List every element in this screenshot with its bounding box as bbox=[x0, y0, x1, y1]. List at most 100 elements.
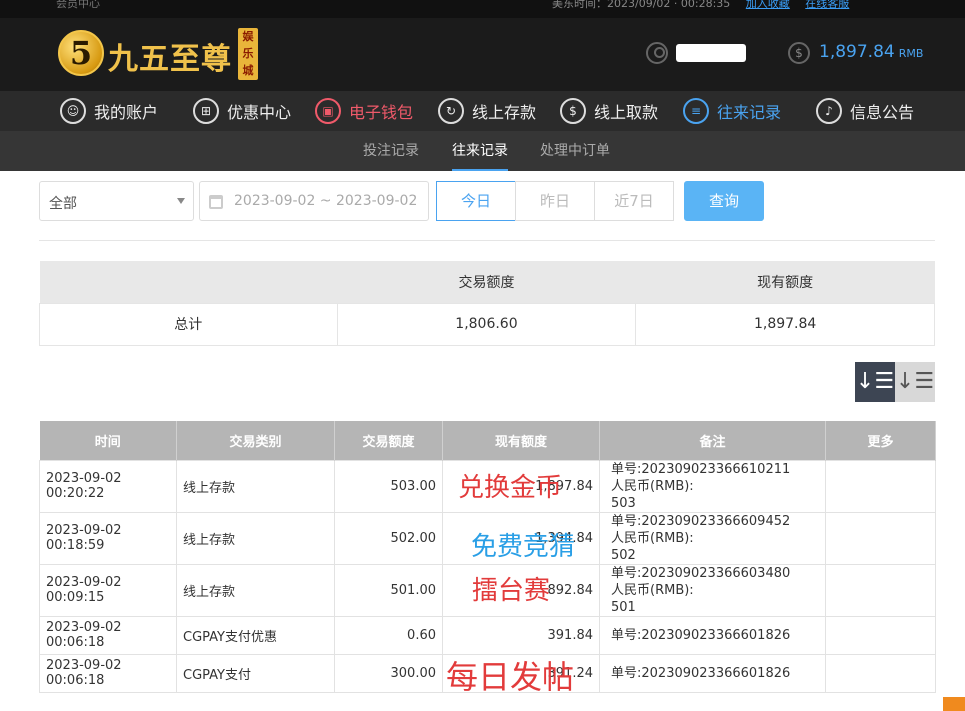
nav-label: 往来记录 bbox=[717, 103, 782, 122]
note-value: 502 bbox=[611, 547, 636, 563]
sort-desc-button[interactable]: ↓☰ bbox=[855, 362, 895, 402]
row-amount: 0.60 bbox=[334, 615, 443, 655]
row-more[interactable] bbox=[825, 563, 936, 617]
row-note: 单号:202309023366601826 bbox=[599, 653, 826, 693]
nav-label: 线上取款 bbox=[594, 103, 659, 122]
user-icon[interactable] bbox=[646, 42, 668, 64]
row-note: 单号:202309023366610211 人民币(RMB): 503 bbox=[599, 459, 826, 513]
nav-label: 电子钱包 bbox=[349, 103, 414, 122]
nav-label: 线上存款 bbox=[472, 103, 537, 122]
deposit-icon: ↻ bbox=[438, 98, 464, 124]
last-7-days-button[interactable]: 近7日 bbox=[594, 181, 674, 221]
nav-e-wallet[interactable]: ▣ 电子钱包 bbox=[315, 91, 413, 131]
date-range-value: 2023-09-02 ~ 2023-09-02 bbox=[234, 193, 418, 209]
type-select[interactable]: 全部 bbox=[39, 181, 194, 221]
coin-icon: $ bbox=[788, 42, 810, 64]
row-balance: 391.24 bbox=[442, 653, 600, 693]
records-table: 时间 交易类别 交易额度 现有额度 备注 更多 2023-09-02 00:20… bbox=[39, 421, 936, 693]
header: 5 九五至尊 娱乐城 $ 1,897.84 RMB bbox=[0, 18, 965, 91]
col-type[interactable]: 交易类别 bbox=[176, 421, 335, 460]
search-button[interactable]: 查询 bbox=[684, 181, 764, 221]
note-value: 501 bbox=[611, 599, 636, 615]
top-strip-right: 美东时间：2023/09/02 · 00:28:35 加入收藏 在线客服 bbox=[552, 0, 849, 10]
summary-header-blank bbox=[39, 261, 338, 303]
tab-pending-orders[interactable]: 处理中订单 bbox=[540, 131, 610, 171]
col-note: 备注 bbox=[599, 421, 826, 460]
row-balance: 1,394.84 bbox=[442, 511, 600, 565]
row-amount: 501.00 bbox=[334, 563, 443, 617]
tab-bet-records[interactable]: 投注记录 bbox=[363, 131, 419, 171]
logo[interactable]: 5 九五至尊 娱乐城 bbox=[58, 26, 268, 82]
note-order: 单号:202309023366610211 bbox=[611, 461, 791, 477]
row-note: 单号:202309023366603480 人民币(RMB): 501 bbox=[599, 563, 826, 617]
nav-online-deposit[interactable]: ↻ 线上存款 bbox=[438, 91, 536, 131]
logo-digit: 5 bbox=[69, 34, 93, 72]
table-row: 2023-09-02 00:06:18 CGPAY支付优惠 0.60 391.8… bbox=[39, 615, 936, 655]
sort-asc-icon: ↓☰ bbox=[895, 369, 935, 394]
top-strip-left-text: 会员中心 bbox=[56, 0, 100, 10]
col-amount[interactable]: 交易额度 bbox=[334, 421, 443, 460]
logo-emblem-icon: 5 bbox=[58, 30, 104, 76]
note-currency: 人民币(RMB): bbox=[611, 478, 694, 494]
row-type: CGPAY支付优惠 bbox=[176, 615, 335, 655]
bookmark-link[interactable]: 加入收藏 bbox=[746, 0, 790, 10]
server-time: 美东时间：2023/09/02 · 00:28:35 bbox=[552, 0, 731, 10]
row-more[interactable] bbox=[825, 653, 936, 693]
sort-desc-icon: ↓☰ bbox=[855, 369, 895, 394]
row-amount: 503.00 bbox=[334, 459, 443, 513]
col-balance[interactable]: 现有额度 bbox=[442, 421, 600, 460]
nav-records[interactable]: ≡ 往来记录 bbox=[683, 91, 781, 131]
logo-badge-text: 娱乐城 bbox=[242, 30, 254, 77]
yesterday-button[interactable]: 昨日 bbox=[515, 181, 595, 221]
user-icon: ☺ bbox=[60, 98, 86, 124]
row-note: 单号:202309023366601826 bbox=[599, 615, 826, 655]
bell-icon: ♪ bbox=[816, 98, 842, 124]
date-range-input[interactable]: 2023-09-02 ~ 2023-09-02 bbox=[199, 181, 429, 221]
username-redacted bbox=[676, 44, 746, 62]
col-time[interactable]: 时间 bbox=[39, 421, 177, 460]
summary-balance: 1,897.84 bbox=[635, 302, 935, 346]
row-type: CGPAY支付 bbox=[176, 653, 335, 693]
note-currency: 人民币(RMB): bbox=[611, 530, 694, 546]
chevron-down-icon bbox=[177, 198, 185, 204]
nav-announcements[interactable]: ♪ 信息公告 bbox=[816, 91, 914, 131]
row-time: 2023-09-02 00:20:22 bbox=[39, 459, 177, 513]
note-value: 503 bbox=[611, 495, 636, 511]
row-balance: 391.84 bbox=[442, 615, 600, 655]
balance-display: 1,897.84 RMB bbox=[819, 42, 923, 62]
col-more: 更多 bbox=[825, 421, 936, 460]
row-time: 2023-09-02 00:09:15 bbox=[39, 563, 177, 617]
summary-header-amount: 交易额度 bbox=[337, 261, 636, 303]
support-link[interactable]: 在线客服 bbox=[805, 0, 849, 10]
logo-badge: 娱乐城 bbox=[238, 28, 258, 80]
today-button[interactable]: 今日 bbox=[436, 181, 516, 221]
summary-table: 交易额度 现有额度 总计 1,806.60 1,897.84 bbox=[39, 261, 935, 346]
nav-label: 信息公告 bbox=[850, 103, 915, 122]
note-currency: 人民币(RMB): bbox=[611, 582, 694, 598]
main-nav: ☺ 我的账户 ⊞ 优惠中心 ▣ 电子钱包 ↻ 线上存款 $ 线上取款 ≡ 往来记… bbox=[0, 91, 965, 131]
row-note: 单号:202309023366609452 人民币(RMB): 502 bbox=[599, 511, 826, 565]
row-more[interactable] bbox=[825, 459, 936, 513]
floating-widget[interactable] bbox=[943, 697, 965, 711]
type-select-value: 全部 bbox=[49, 196, 77, 212]
row-type: 线上存款 bbox=[176, 459, 335, 513]
tab-transaction-records[interactable]: 往来记录 bbox=[452, 131, 508, 171]
balance-unit: RMB bbox=[898, 47, 924, 60]
sort-asc-button[interactable]: ↓☰ bbox=[895, 362, 935, 402]
row-more[interactable] bbox=[825, 615, 936, 655]
nav-my-account[interactable]: ☺ 我的账户 bbox=[60, 91, 158, 131]
top-strip: 会员中心 美东时间：2023/09/02 · 00:28:35 加入收藏 在线客… bbox=[0, 0, 965, 18]
table-row: 2023-09-02 00:06:18 CGPAY支付 300.00 391.2… bbox=[39, 653, 936, 693]
row-more[interactable] bbox=[825, 511, 936, 565]
row-amount: 502.00 bbox=[334, 511, 443, 565]
summary-header-balance: 现有额度 bbox=[635, 261, 935, 303]
row-time: 2023-09-02 00:18:59 bbox=[39, 511, 177, 565]
nav-online-withdraw[interactable]: $ 线上取款 bbox=[560, 91, 658, 131]
nav-promotions[interactable]: ⊞ 优惠中心 bbox=[193, 91, 291, 131]
divider bbox=[39, 240, 935, 241]
row-amount: 300.00 bbox=[334, 653, 443, 693]
nav-label: 优惠中心 bbox=[227, 103, 292, 122]
table-row: 2023-09-02 00:18:59 线上存款 502.00 1,394.84… bbox=[39, 511, 936, 565]
row-time: 2023-09-02 00:06:18 bbox=[39, 615, 177, 655]
summary-label: 总计 bbox=[39, 302, 338, 346]
